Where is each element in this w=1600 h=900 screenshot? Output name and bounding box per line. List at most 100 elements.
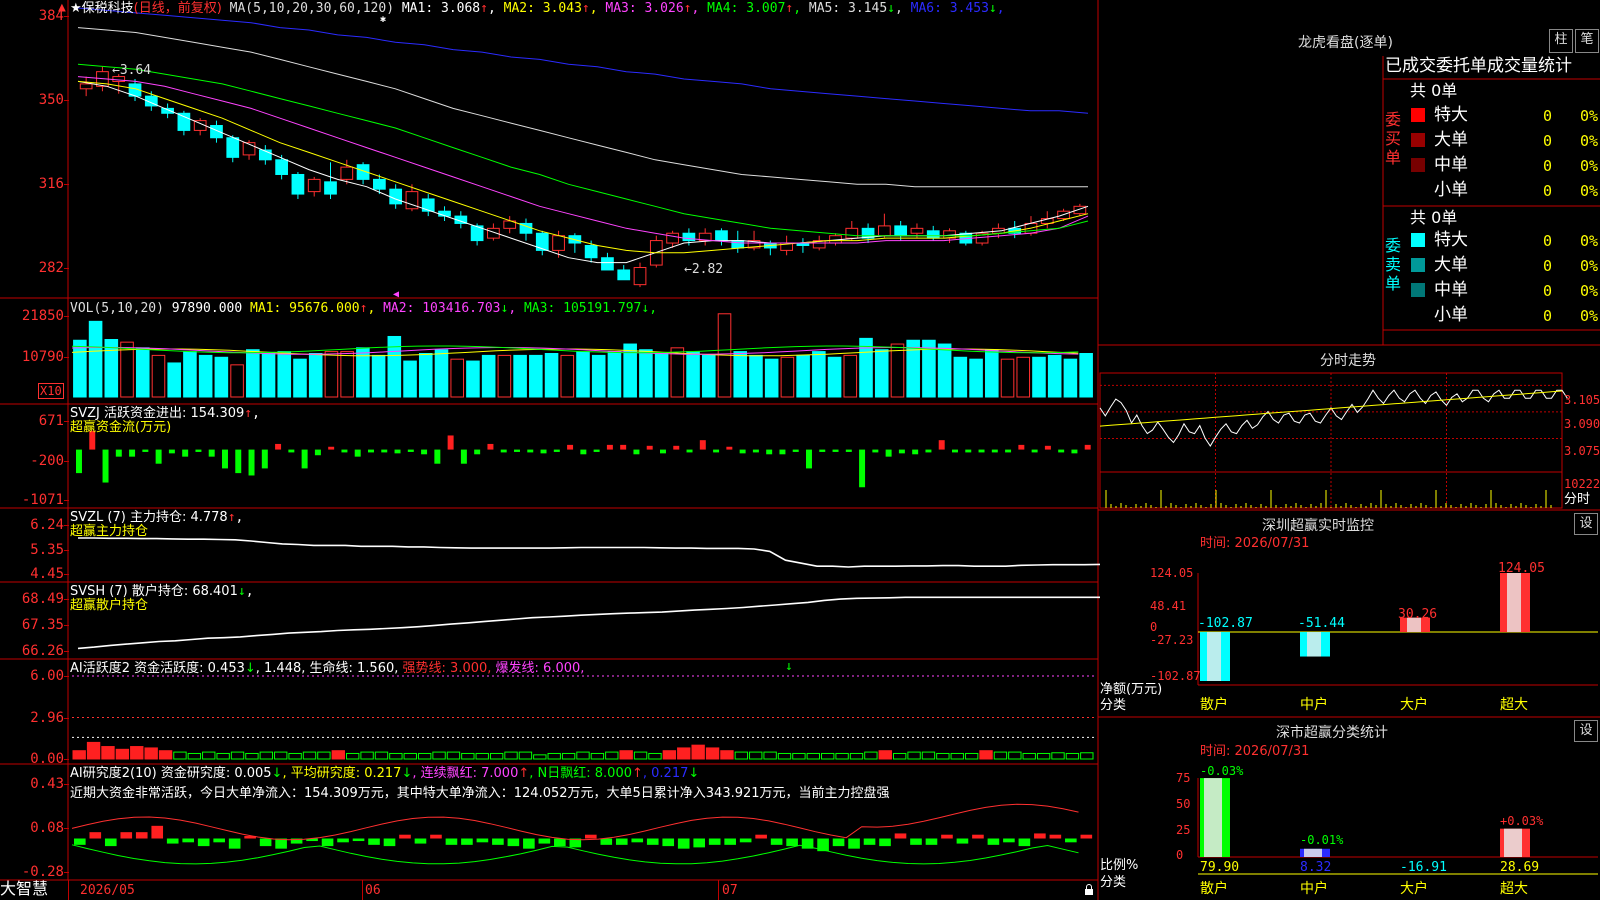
monitor-settings-button[interactable]: 设 (1574, 513, 1598, 535)
research-bar (972, 834, 984, 839)
x-label-jul: 07 (722, 883, 738, 898)
candle-body (617, 269, 631, 281)
volume-bar (576, 351, 590, 398)
order-count: 0 (1543, 232, 1553, 250)
candle-body (389, 188, 403, 205)
y-tick-mark (64, 828, 69, 829)
activity-bar (475, 752, 489, 760)
stock-name[interactable]: 保税科技 (82, 1, 134, 16)
research-bar (894, 833, 907, 839)
money-flow-bar (859, 449, 866, 488)
research-bar (89, 832, 102, 839)
volume-bar (701, 354, 716, 398)
research-bar (786, 838, 798, 847)
money-flow-bar (168, 449, 175, 454)
candle-body (878, 225, 891, 237)
activity-bar (821, 752, 835, 760)
svzj-bars (76, 430, 1091, 488)
research-line (71, 844, 1079, 865)
ma-values: MA1: 3.068↑, MA2: 3.043↑, MA3: 3.026↑, M… (401, 1, 1005, 16)
activity-bar (648, 752, 662, 760)
volume-bar (764, 358, 779, 398)
order-size-label: 小单 (1434, 305, 1468, 325)
y-tick-mark (64, 759, 69, 760)
volume-bars (71, 313, 1093, 398)
volume-bar (1047, 354, 1062, 398)
activity-bar (230, 751, 245, 760)
money-flow-bar (368, 449, 374, 453)
volume-bar (466, 360, 480, 398)
intraday-title[interactable]: 分时走势 (1320, 350, 1376, 370)
lock-icon[interactable] (1084, 884, 1094, 896)
volume-bar (277, 351, 292, 398)
volume-bar (481, 354, 496, 398)
money-flow-bar (1018, 444, 1025, 450)
activity-bar (417, 752, 432, 760)
svsh-arrow: ↓ (237, 584, 246, 599)
vol-header: VOL(5,10,20) 97890.000 MA1: 95676.000↑, … (70, 301, 657, 317)
research-bar (987, 838, 1000, 845)
research-bar (228, 838, 241, 849)
activity-bar (1051, 752, 1065, 760)
monitor-cat-label: 分类 (1100, 698, 1127, 713)
activity-bar (547, 752, 561, 760)
column-view-button[interactable]: 柱 (1549, 29, 1573, 53)
order-size-label: 大单 (1434, 255, 1468, 275)
y-tick-mark (64, 784, 69, 785)
volume-bar (293, 358, 307, 398)
candle-body (324, 181, 337, 195)
candle-body (226, 137, 240, 158)
money-flow-bar (593, 449, 600, 452)
research-bar (430, 834, 442, 839)
money-flow-bar (527, 449, 534, 453)
ma-line (77, 7, 1089, 114)
legend-value: MA3: 105191.797 (516, 301, 642, 316)
brand-logo[interactable]: 大智慧 (0, 881, 48, 897)
monitor-ytick: 124.05 (1150, 566, 1194, 580)
money-flow-bar (819, 449, 826, 452)
svzl-line (78, 537, 1101, 568)
svzj-subtitle: 超赢资金流(万元) (70, 420, 172, 435)
activity-bar (130, 746, 144, 760)
y-tick-mark (64, 676, 69, 677)
ma-line (77, 80, 1089, 254)
main-header: ★保税科技(日线，前复权) MA(5,10,20,30,60,120) MA1:… (70, 1, 1005, 17)
candle-body (910, 227, 924, 234)
order-count: 0 (1543, 182, 1553, 200)
volume-bar (340, 351, 354, 398)
color-swatch (1411, 308, 1425, 322)
money-flow-bar (142, 449, 149, 452)
money-flow-bar (76, 449, 82, 474)
intraday-price-line (1099, 389, 1568, 447)
y-tick-label: 0.43 (30, 776, 64, 792)
y-tick-label: 316 (38, 176, 64, 192)
activity-bar (806, 752, 821, 760)
research-bar (925, 838, 938, 845)
research-bar (337, 838, 349, 843)
vol-unit-badge[interactable]: X10 (38, 383, 64, 399)
order-size-label: 小单 (1434, 180, 1468, 200)
chart-canvas[interactable] (0, 0, 1600, 900)
order-size-label: 大单 (1434, 130, 1468, 150)
research-bar (677, 838, 690, 849)
volume-bar (513, 354, 527, 398)
monitor-title: 深圳超赢实时监控 (1262, 518, 1374, 534)
stats-value: 79.90 (1200, 860, 1240, 875)
volume-bar (308, 353, 323, 398)
intraday-vol-label: 10222 (1564, 477, 1600, 491)
stats-settings-button[interactable]: 设 (1574, 720, 1598, 742)
activity-bar (72, 750, 86, 760)
order-pct: 0% (1580, 257, 1599, 275)
money-flow-bar (686, 449, 693, 453)
activity-bar (749, 751, 763, 760)
volume-bar (749, 354, 763, 398)
money-flow-bar (885, 449, 892, 457)
research-bar (724, 838, 736, 845)
order-pct: 0% (1580, 157, 1599, 175)
money-flow-bar (407, 449, 414, 452)
tick-view-button[interactable]: 笔 (1575, 29, 1599, 53)
activity-bar (1022, 752, 1036, 760)
stats-category: 大户 (1400, 881, 1428, 897)
y-tick-mark (64, 421, 69, 422)
activity-bar (777, 752, 792, 760)
